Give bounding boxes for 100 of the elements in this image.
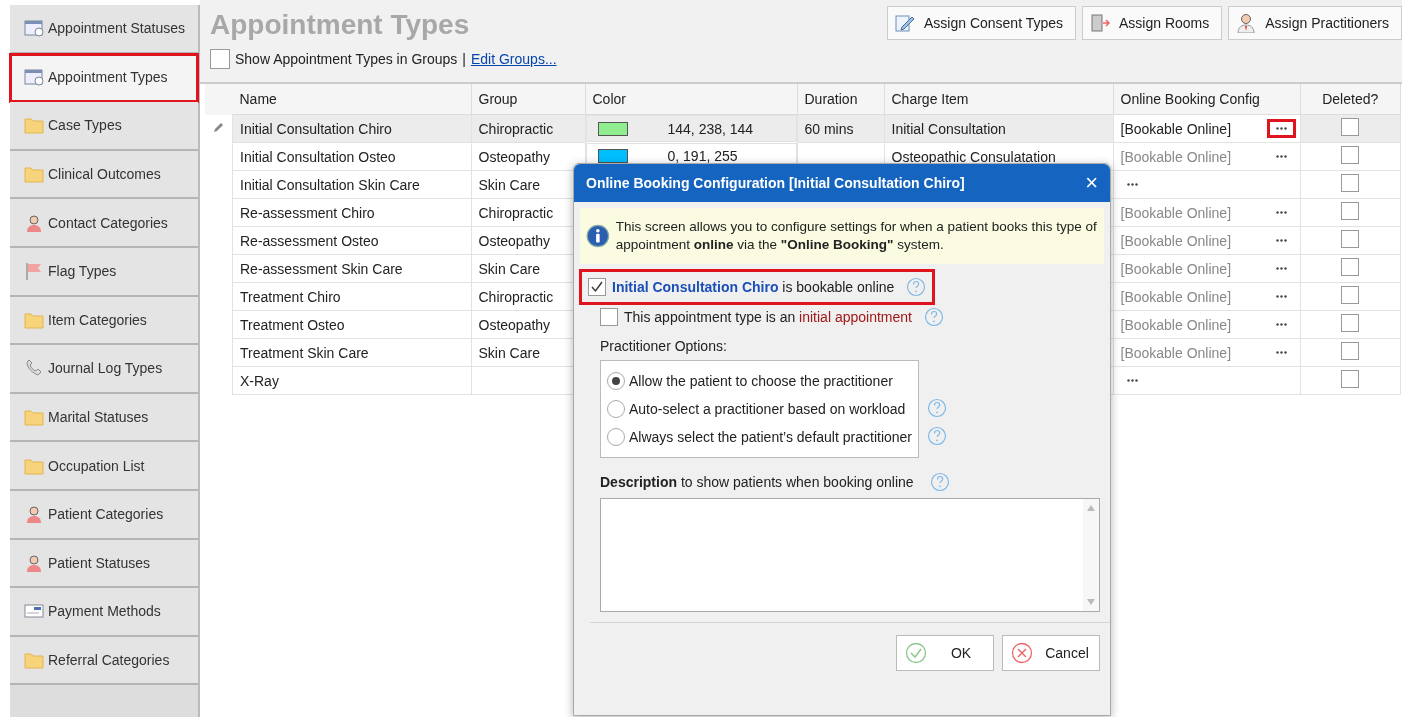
sidebar-item[interactable]: Payment Methods bbox=[10, 588, 198, 637]
sidebar-item[interactable]: Patient Categories bbox=[10, 490, 198, 540]
sidebar-item[interactable]: Case Types bbox=[10, 102, 198, 151]
sidebar-item[interactable]: Contact Categories bbox=[10, 199, 198, 248]
table-cell: Re-assessment Osteo bbox=[240, 232, 379, 249]
checkbox-label: This appointment type is an initial appointment bbox=[624, 309, 912, 325]
sidebar-item[interactable]: Patient Statuses bbox=[10, 539, 198, 589]
toolbar-button[interactable]: Assign Consent Types bbox=[886, 6, 1076, 40]
help-icon[interactable] bbox=[929, 472, 950, 492]
person-icon bbox=[1235, 13, 1258, 33]
sidebar-item[interactable]: Appointment Types bbox=[10, 53, 198, 103]
table-cell: Re-assessment Skin Care bbox=[240, 260, 403, 277]
table-cell: [Bookable Online] bbox=[1120, 148, 1232, 165]
help-icon[interactable] bbox=[927, 426, 947, 446]
close-button[interactable]: × bbox=[1085, 170, 1098, 196]
ellipsis-icon bbox=[1275, 211, 1287, 214]
radio-button[interactable] bbox=[607, 372, 625, 390]
checkbox[interactable] bbox=[1341, 258, 1360, 276]
card-icon bbox=[24, 602, 44, 621]
checkbox[interactable] bbox=[1341, 342, 1360, 360]
checkbox[interactable] bbox=[1341, 118, 1360, 136]
scroll-down-icon[interactable] bbox=[1087, 599, 1095, 605]
table-cell: [Bookable Online] bbox=[1120, 344, 1232, 361]
table-cell: [Bookable Online] bbox=[1120, 232, 1232, 249]
scrollbar[interactable] bbox=[1083, 499, 1099, 611]
edit-groups-link[interactable]: Edit Groups... bbox=[470, 51, 557, 67]
column-header[interactable]: Color bbox=[585, 84, 797, 115]
table-cell: Skin Care bbox=[478, 176, 540, 193]
checkbox[interactable] bbox=[1341, 286, 1360, 304]
checkbox[interactable] bbox=[1341, 230, 1360, 248]
table-cell: [Bookable Online] bbox=[1120, 260, 1232, 277]
table-cell: Osteopathy bbox=[478, 148, 551, 165]
table-cell: Re-assessment Chiro bbox=[240, 204, 375, 221]
person-icon bbox=[24, 553, 44, 572]
help-icon[interactable] bbox=[927, 398, 947, 418]
scroll-up-icon[interactable] bbox=[1087, 505, 1095, 511]
cancel-circle-icon bbox=[1011, 642, 1033, 664]
table-cell: Treatment Osteo bbox=[240, 316, 345, 333]
pencil-icon bbox=[212, 121, 224, 134]
sidebar-item[interactable]: Occupation List bbox=[10, 442, 198, 491]
column-header[interactable]: Duration bbox=[797, 84, 884, 115]
table-cell: 60 mins bbox=[804, 120, 854, 137]
person-icon bbox=[24, 213, 44, 232]
table-cell: Treatment Skin Care bbox=[240, 344, 369, 361]
column-header[interactable]: Group bbox=[471, 84, 585, 115]
sidebar-item[interactable]: Clinical Outcomes bbox=[10, 150, 198, 200]
checkbox[interactable] bbox=[1341, 174, 1360, 192]
checkbox[interactable] bbox=[210, 49, 230, 69]
help-icon[interactable] bbox=[923, 307, 944, 327]
ellipsis-icon bbox=[1275, 127, 1287, 130]
table-cell: X-Ray bbox=[240, 372, 279, 389]
checkbox[interactable] bbox=[1341, 314, 1360, 332]
ellipsis-button[interactable] bbox=[1269, 122, 1293, 135]
table-cell: Chiropractic bbox=[478, 288, 554, 305]
ellipsis-icon bbox=[1126, 183, 1138, 186]
table-cell: [Bookable Online] bbox=[1120, 204, 1232, 221]
sidebar-item[interactable]: Journal Log Types bbox=[10, 345, 198, 394]
ellipsis-icon bbox=[1126, 379, 1138, 382]
column-header[interactable]: Online Booking Config bbox=[1113, 84, 1300, 115]
description-label: Description to show patients when booking online bbox=[600, 474, 914, 490]
sidebar-item[interactable]: Item Categories bbox=[10, 296, 198, 346]
column-header[interactable]: Deleted? bbox=[1300, 84, 1401, 115]
ellipsis-icon bbox=[1275, 267, 1287, 270]
info-text: This screen allows you to configure settings for when a patient books this type of appointment online via the "Online Booking" system. bbox=[615, 218, 1098, 254]
ellipsis-icon bbox=[1275, 239, 1287, 242]
table-cell: Chiropractic bbox=[478, 204, 554, 221]
radio-button[interactable] bbox=[607, 400, 625, 418]
sidebar-item[interactable]: Appointment Statuses bbox=[10, 5, 198, 54]
dialog-title: Online Booking Configuration [Initial Consultation Chiro] bbox=[586, 175, 965, 191]
checkbox[interactable] bbox=[588, 278, 606, 296]
table-cell: 144, 238, 144 bbox=[667, 120, 754, 137]
folder-icon bbox=[24, 310, 44, 329]
column-header[interactable]: Name bbox=[232, 84, 471, 115]
table-cell: Chiropractic bbox=[478, 120, 554, 137]
sidebar-item[interactable]: Referral Categories bbox=[10, 636, 198, 686]
cancel-button[interactable]: Cancel bbox=[1002, 635, 1100, 671]
column-header[interactable]: Charge Item bbox=[884, 84, 1113, 115]
separator: | bbox=[462, 51, 466, 67]
folder-icon bbox=[24, 116, 44, 135]
sidebar-item[interactable]: Marital Statuses bbox=[10, 393, 198, 443]
phone-icon bbox=[24, 359, 44, 378]
door-icon bbox=[1089, 13, 1111, 33]
ok-button[interactable]: OK bbox=[896, 635, 994, 671]
radio-button[interactable] bbox=[607, 428, 625, 446]
checkbox[interactable] bbox=[1341, 202, 1360, 220]
checkbox[interactable] bbox=[1341, 146, 1360, 164]
page-title: Appointment Types bbox=[210, 9, 470, 41]
folder-icon bbox=[24, 651, 44, 669]
ellipsis-icon bbox=[1275, 351, 1287, 354]
description-field[interactable] bbox=[600, 498, 1100, 612]
check-circle-icon bbox=[905, 642, 927, 664]
flag-icon bbox=[24, 262, 44, 281]
toolbar-button[interactable]: Assign Rooms bbox=[1082, 6, 1223, 40]
help-icon[interactable] bbox=[906, 277, 927, 297]
sidebar-item[interactable]: Flag Types bbox=[10, 247, 198, 297]
toolbar-button[interactable]: Assign Practitioners bbox=[1228, 6, 1402, 40]
checkbox[interactable] bbox=[600, 308, 618, 326]
checkbox[interactable] bbox=[1341, 370, 1360, 388]
table-cell: Treatment Chiro bbox=[240, 288, 341, 305]
folder-icon bbox=[24, 456, 44, 475]
